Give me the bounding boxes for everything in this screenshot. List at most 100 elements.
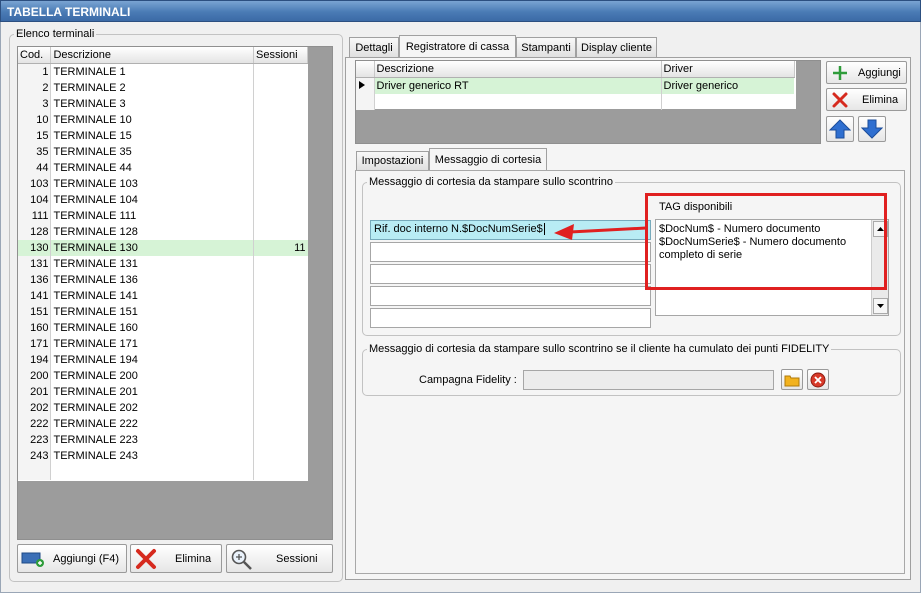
campaign-field[interactable] — [523, 370, 774, 390]
terminal-description-cell: TERMINALE 201 — [50, 384, 255, 400]
tab-registratore-di-cassa[interactable]: Registratore di cassa — [399, 35, 516, 57]
table-row[interactable]: 44 TERMINALE 44 — [18, 160, 308, 176]
tab-display-cliente[interactable]: Display cliente — [576, 37, 657, 57]
table-row[interactable]: 2 TERMINALE 2 — [18, 80, 308, 96]
terminal-code-cell: 202 — [18, 400, 52, 416]
table-row[interactable]: 243 TERMINALE 243 — [18, 448, 308, 464]
terminal-code-cell: 2 — [18, 80, 52, 96]
table-row[interactable]: 35 TERMINALE 35 — [18, 144, 308, 160]
arrow-down-icon — [861, 119, 883, 139]
tab-dettagli[interactable]: Dettagli — [349, 37, 399, 57]
move-down-button[interactable] — [858, 116, 886, 142]
terminal-description-cell: TERMINALE 111 — [50, 208, 255, 224]
terminal-description-cell: TERMINALE 131 — [50, 256, 255, 272]
table-row[interactable]: 202 TERMINALE 202 — [18, 400, 308, 416]
subtab-impostazioni-label: Impostazioni — [361, 155, 424, 167]
terminal-code-cell: 200 — [18, 368, 52, 384]
sessions-label: Sessioni — [276, 552, 318, 565]
add-driver-button[interactable]: Aggiungi — [826, 61, 907, 84]
subtab-messaggio-di-cortesia[interactable]: Messaggio di cortesia — [429, 148, 547, 170]
table-row[interactable]: 136 TERMINALE 136 — [18, 272, 308, 288]
terminal-code-cell: 10 — [18, 112, 52, 128]
driver-row[interactable]: Driver generico RT Driver generico — [356, 77, 794, 94]
table-row[interactable]: 201 TERMINALE 201 — [18, 384, 308, 400]
terminal-description-cell: TERMINALE 243 — [50, 448, 255, 464]
table-row[interactable]: 130 TERMINALE 130 11 — [18, 240, 308, 256]
delete-driver-button[interactable]: Elimina — [826, 88, 907, 111]
column-header-code[interactable]: Cod. — [18, 47, 52, 64]
delete-terminal-button[interactable]: Elimina — [130, 544, 222, 573]
courtesy-line-4[interactable] — [370, 286, 651, 306]
terminal-sessions-cell — [254, 224, 308, 240]
terminal-sessions-cell — [254, 160, 308, 176]
table-row[interactable]: 223 TERMINALE 223 — [18, 432, 308, 448]
tab-dettagli-label: Dettagli — [355, 41, 393, 54]
open-campaign-button[interactable] — [781, 369, 803, 390]
terminal-description-cell: TERMINALE 223 — [50, 432, 255, 448]
terminal-sessions-cell — [254, 304, 308, 320]
table-row[interactable]: 3 TERMINALE 3 — [18, 96, 308, 112]
folder-icon — [784, 375, 800, 386]
drivers-header-indicator — [356, 61, 375, 78]
terminal-description-cell: TERMINALE 141 — [50, 288, 255, 304]
driver-cell: Driver generico — [661, 77, 794, 94]
table-row[interactable]: 222 TERMINALE 222 — [18, 416, 308, 432]
courtesy-line-1-text: Rif. doc interno N.$DocNumSerie$ — [374, 223, 543, 235]
tab-display-cliente-label: Display cliente — [581, 41, 652, 54]
add-terminal-button[interactable]: Aggiungi (F4) — [17, 544, 127, 573]
table-row[interactable]: 128 TERMINALE 128 — [18, 224, 308, 240]
tab-stampanti[interactable]: Stampanti — [516, 37, 576, 57]
terminal-code-cell: 151 — [18, 304, 52, 320]
drivers-grid-body: Descrizione Driver Driver generico RT Dr… — [356, 61, 796, 110]
courtesy-group-title: Messaggio di cortesia da stampare sullo … — [369, 176, 613, 188]
delete-x-icon — [136, 548, 156, 569]
drivers-grid[interactable]: Descrizione Driver Driver generico RT Dr… — [355, 60, 821, 144]
column-header-description[interactable]: Descrizione — [50, 47, 255, 64]
tab-stampanti-label: Stampanti — [521, 41, 571, 54]
table-row[interactable]: 200 TERMINALE 200 — [18, 368, 308, 384]
subtab-impostazioni[interactable]: Impostazioni — [356, 151, 429, 170]
terminal-sessions-cell — [254, 416, 308, 432]
drivers-table: Descrizione Driver Driver generico RT Dr… — [356, 61, 795, 110]
courtesy-line-5[interactable] — [370, 308, 651, 328]
terminal-description-cell: TERMINALE 136 — [50, 272, 255, 288]
plus-icon — [833, 65, 847, 80]
column-header-driver[interactable]: Driver — [661, 61, 795, 78]
table-row[interactable]: 104 TERMINALE 104 — [18, 192, 308, 208]
table-row[interactable]: 103 TERMINALE 103 — [18, 176, 308, 192]
table-row[interactable]: 160 TERMINALE 160 — [18, 320, 308, 336]
terminal-sessions-cell — [254, 64, 308, 81]
table-row[interactable]: 1 TERMINALE 1 — [18, 63, 308, 81]
terminal-description-cell: TERMINALE 128 — [50, 224, 255, 240]
terminal-sessions-cell — [254, 128, 308, 144]
highlight-annotation-box — [645, 193, 887, 290]
table-row[interactable]: 141 TERMINALE 141 — [18, 288, 308, 304]
terminal-code-cell: 160 — [18, 320, 52, 336]
table-row[interactable]: 15 TERMINALE 15 — [18, 128, 308, 144]
tab-registratore-label: Registratore di cassa — [405, 40, 510, 53]
table-row[interactable]: 151 TERMINALE 151 — [18, 304, 308, 320]
terminal-description-cell: TERMINALE 104 — [50, 192, 255, 208]
sessions-button[interactable]: Sessioni — [226, 544, 333, 573]
table-row[interactable]: 131 TERMINALE 131 — [18, 256, 308, 272]
delete-terminal-label: Elimina — [175, 552, 212, 565]
clear-campaign-button[interactable] — [807, 369, 829, 390]
table-row[interactable]: 111 TERMINALE 111 — [18, 208, 308, 224]
driver-row-empty[interactable] — [356, 94, 794, 110]
scroll-down-icon[interactable] — [873, 298, 888, 314]
table-row[interactable]: 10 TERMINALE 10 — [18, 112, 308, 128]
arrow-up-icon — [829, 119, 851, 139]
table-row[interactable]: 194 TERMINALE 194 — [18, 352, 308, 368]
table-row-empty[interactable] — [18, 464, 308, 480]
terminal-sessions-cell — [254, 336, 308, 352]
terminal-sessions-cell — [254, 176, 308, 192]
delete-x-icon — [832, 92, 848, 107]
fidelity-group-title: Messaggio di cortesia da stampare sullo … — [369, 343, 830, 355]
move-up-button[interactable] — [826, 116, 854, 142]
terminals-grid[interactable]: Cod. Descrizione Sessioni 1 TERMINALE 12T… — [17, 46, 333, 540]
courtesy-line-3[interactable] — [370, 264, 651, 284]
column-header-driver-description[interactable]: Descrizione — [374, 61, 662, 78]
terminal-code-cell: 222 — [18, 416, 52, 432]
table-row[interactable]: 171 TERMINALE 171 — [18, 336, 308, 352]
column-header-sessions[interactable]: Sessioni — [253, 47, 308, 64]
